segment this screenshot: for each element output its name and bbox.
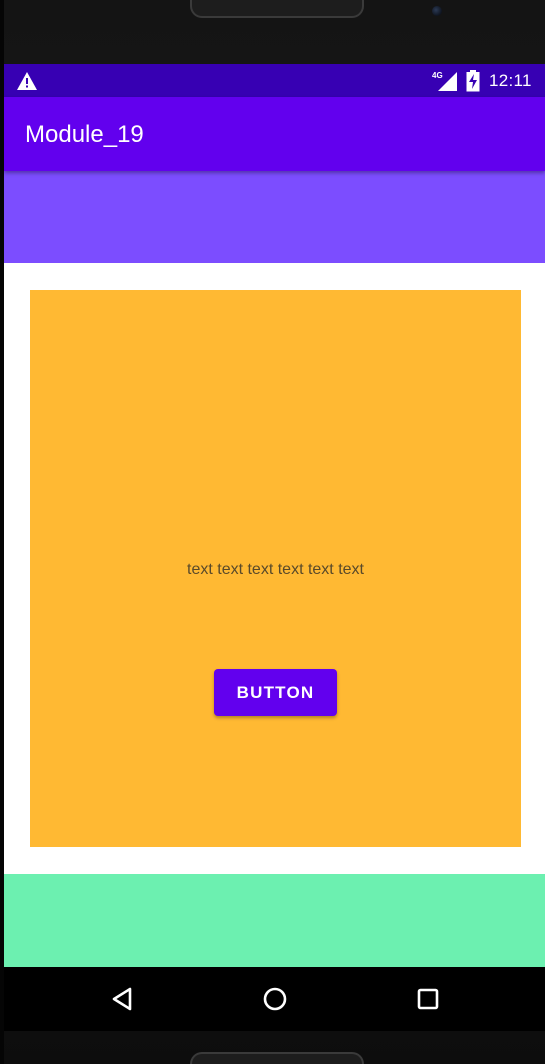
back-icon (112, 987, 132, 1011)
home-icon (263, 987, 287, 1011)
top-color-block (4, 171, 545, 263)
status-clock: 12:11 (489, 71, 532, 90)
content-area: text text text text text text BUTTON (4, 263, 545, 874)
battery-charging-icon (466, 70, 480, 92)
recents-icon (417, 988, 439, 1010)
earpiece-speaker (190, 0, 364, 18)
warning-icon (17, 72, 37, 90)
screen: 4G 12:11 Module_19 text text text text t… (4, 64, 545, 1031)
app-bar: Module_19 (4, 97, 545, 171)
signal-icon: 4G (432, 71, 457, 91)
device-frame: 4G 12:11 Module_19 text text text text t… (0, 0, 545, 1064)
back-button[interactable] (107, 983, 139, 1015)
front-camera (432, 6, 442, 16)
app-title: Module_19 (25, 121, 144, 148)
card-text: text text text text text text (187, 561, 364, 578)
status-bar: 4G 12:11 (4, 64, 545, 97)
navigation-bar (4, 967, 545, 1031)
home-button[interactable] (259, 983, 291, 1015)
yellow-card: text text text text text text BUTTON (30, 290, 521, 847)
network-label: 4G (432, 71, 443, 80)
card-button[interactable]: BUTTON (214, 669, 337, 716)
recents-button[interactable] (412, 983, 444, 1015)
bottom-speaker (190, 1052, 364, 1064)
